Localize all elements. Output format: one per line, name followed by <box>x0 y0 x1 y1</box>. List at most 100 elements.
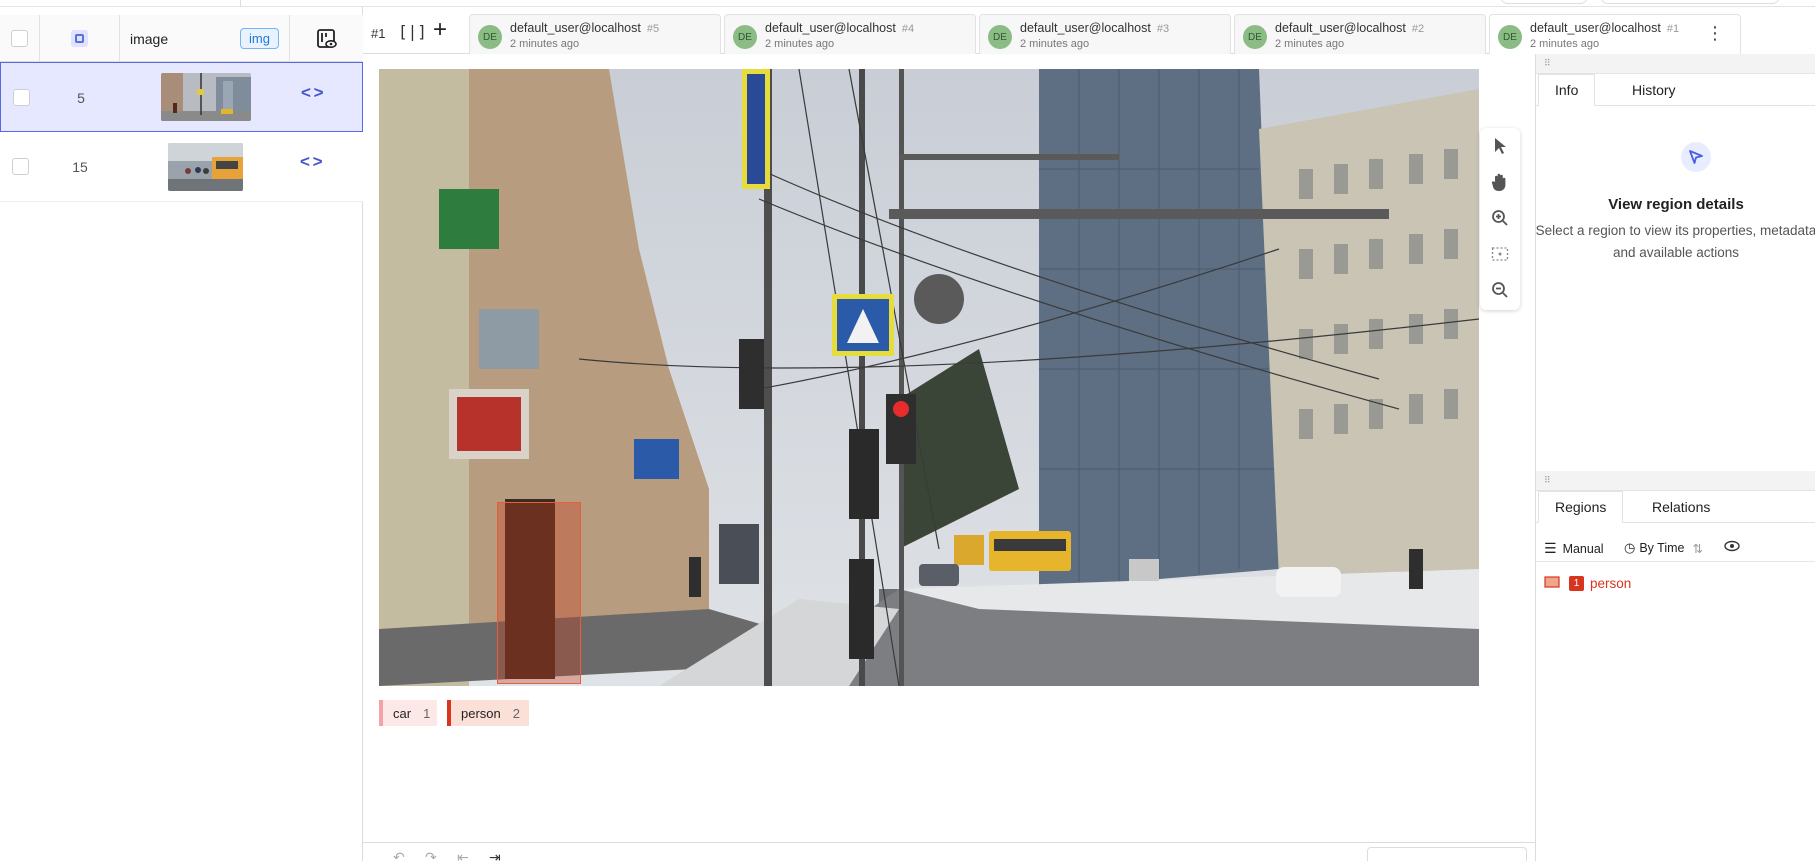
by-time-sort-button[interactable]: ◷ By Time ⇅ <box>1624 540 1703 556</box>
annotation-tab[interactable]: DE default_user@localhost #5 2 minutes ag… <box>469 14 721 54</box>
id-icon <box>71 30 88 47</box>
zoom-out-icon[interactable] <box>1488 278 1512 302</box>
annotation-tab[interactable]: DE default_user@localhost #2 2 minutes ag… <box>1234 14 1486 54</box>
tab-time: 2 minutes ago <box>1275 38 1345 50</box>
by-time-label: By Time <box>1639 541 1685 555</box>
region-index-badge: 1 <box>1569 575 1584 591</box>
table-row[interactable]: 15 < > <box>0 132 363 202</box>
tab-user: default_user@localhost #2 <box>1275 21 1424 35</box>
top-divider <box>240 0 241 7</box>
tab-time: 2 minutes ago <box>510 38 580 50</box>
annotation-tab[interactable]: DE default_user@localhost #4 2 minutes ag… <box>724 14 976 54</box>
tab-user-name: default_user@localhost <box>510 21 641 35</box>
more-options-icon[interactable]: ⋮ <box>1706 23 1724 44</box>
select-all-cell <box>0 15 40 62</box>
label-car[interactable]: car 1 <box>379 700 437 726</box>
annotation-image[interactable] <box>379 69 1479 686</box>
tab-history[interactable]: History <box>1616 74 1692 106</box>
table-row[interactable]: 5 < > <box>0 62 363 132</box>
reset-icon[interactable]: ⇤ <box>457 849 469 861</box>
tab-user-name: default_user@localhost <box>1275 21 1406 35</box>
rectangle-region-icon <box>1544 575 1561 592</box>
avatar: DE <box>988 25 1012 49</box>
panel-drag-handle[interactable]: ⠿ <box>1536 471 1815 491</box>
redo-icon[interactable]: ↷ <box>425 849 437 861</box>
split-view-icon[interactable]: [|] <box>398 22 427 41</box>
cursor-icon <box>1681 142 1711 172</box>
tab-time: 2 minutes ago <box>765 38 835 50</box>
tab-regions[interactable]: Regions <box>1538 491 1624 523</box>
region-item[interactable]: 1 person <box>1544 572 1631 594</box>
row-source-code-icon[interactable]: < > <box>300 152 323 172</box>
row-checkbox[interactable] <box>13 89 30 106</box>
image-column-header[interactable]: image img <box>120 15 290 62</box>
label-name: person <box>461 705 501 721</box>
top-button[interactable] <box>1600 0 1780 4</box>
info-title: View region details <box>1608 196 1744 213</box>
avatar: DE <box>1498 25 1522 49</box>
id-column-header[interactable] <box>40 15 120 62</box>
info-tabs: Info History <box>1536 74 1815 106</box>
avatar: DE <box>1243 25 1267 49</box>
tab-user: default_user@localhost #5 <box>510 21 659 35</box>
visibility-eye-icon[interactable] <box>1724 540 1740 552</box>
table-header: image img <box>0 15 363 62</box>
row-thumbnail <box>161 73 251 121</box>
submit-button[interactable] <box>1367 847 1527 861</box>
manual-label: Manual <box>1562 541 1604 556</box>
annotation-tabs-bar: #1 [|] + DE default_user@localhost #5 2 m… <box>363 14 1741 54</box>
top-strip <box>0 0 1815 7</box>
pan-hand-icon[interactable] <box>1488 170 1512 194</box>
image-column-label: image <box>130 30 169 47</box>
image-tool-strip <box>1480 128 1520 310</box>
annotation-tab[interactable]: DE default_user@localhost #3 2 minutes ag… <box>979 14 1231 54</box>
fit-to-screen-icon[interactable] <box>1488 242 1512 266</box>
avatar: DE <box>478 25 502 49</box>
history-icon[interactable]: ⇥ <box>489 849 501 861</box>
sort-direction-icon[interactable]: ⇅ <box>1693 541 1703 556</box>
preview-eye-icon <box>316 28 337 48</box>
tab-user: default_user@localhost #1 <box>1530 21 1679 35</box>
label-count: 1 <box>423 705 431 721</box>
add-annotation-button[interactable]: + <box>433 18 447 42</box>
tab-user-name: default_user@localhost <box>1020 21 1151 35</box>
label-person[interactable]: person 2 <box>447 700 529 726</box>
info-description: Select a region to view its properties, … <box>1535 223 1815 260</box>
label-name: car <box>393 705 412 721</box>
top-button[interactable] <box>1500 0 1588 4</box>
annotation-id: #1 <box>371 26 386 41</box>
undo-icon[interactable]: ↶ <box>393 849 405 861</box>
row-id: 5 <box>77 90 85 106</box>
tab-time: 2 minutes ago <box>1020 38 1090 50</box>
annotation-tab-active[interactable]: DE default_user@localhost #1 2 minutes ag… <box>1489 14 1741 54</box>
tab-user-name: default_user@localhost <box>1530 21 1661 35</box>
bottom-action-bar: ↶ ↷ ⇤ ⇥ <box>363 842 1535 861</box>
data-manager-panel: image img 5 < > 15 < > <box>0 7 363 861</box>
row-thumbnail <box>168 143 243 191</box>
region-bounding-box-person[interactable] <box>497 502 581 684</box>
pointer-tool-icon[interactable] <box>1488 134 1512 158</box>
row-id: 15 <box>72 159 88 175</box>
tab-time: 2 minutes ago <box>1530 38 1600 50</box>
tab-user: default_user@localhost #4 <box>765 21 914 35</box>
clock-icon: ◷ <box>1624 540 1636 555</box>
list-icon: ☰ <box>1544 540 1557 556</box>
row-source-code-icon[interactable]: < > <box>301 83 324 103</box>
tab-number: #3 <box>1156 23 1170 35</box>
tab-number: #4 <box>901 23 915 35</box>
tab-number: #1 <box>1666 23 1680 35</box>
row-checkbox[interactable] <box>12 158 29 175</box>
details-panel: ⠿ Info History View region details Selec… <box>1535 54 1815 861</box>
panel-drag-handle[interactable]: ⠿ <box>1536 54 1815 74</box>
tab-relations[interactable]: Relations <box>1636 491 1726 523</box>
view-column-header[interactable] <box>290 15 363 62</box>
select-all-checkbox[interactable] <box>11 30 28 47</box>
image-type-tag: img <box>240 28 279 49</box>
tab-info[interactable]: Info <box>1538 74 1596 106</box>
region-label: person <box>1590 575 1632 591</box>
regions-toolbar: ☰ Manual ◷ By Time ⇅ <box>1536 534 1815 562</box>
zoom-in-icon[interactable] <box>1488 206 1512 230</box>
tab-number: #5 <box>646 23 660 35</box>
tab-number: #2 <box>1411 23 1425 35</box>
manual-sort-button[interactable]: ☰ Manual <box>1544 540 1604 557</box>
